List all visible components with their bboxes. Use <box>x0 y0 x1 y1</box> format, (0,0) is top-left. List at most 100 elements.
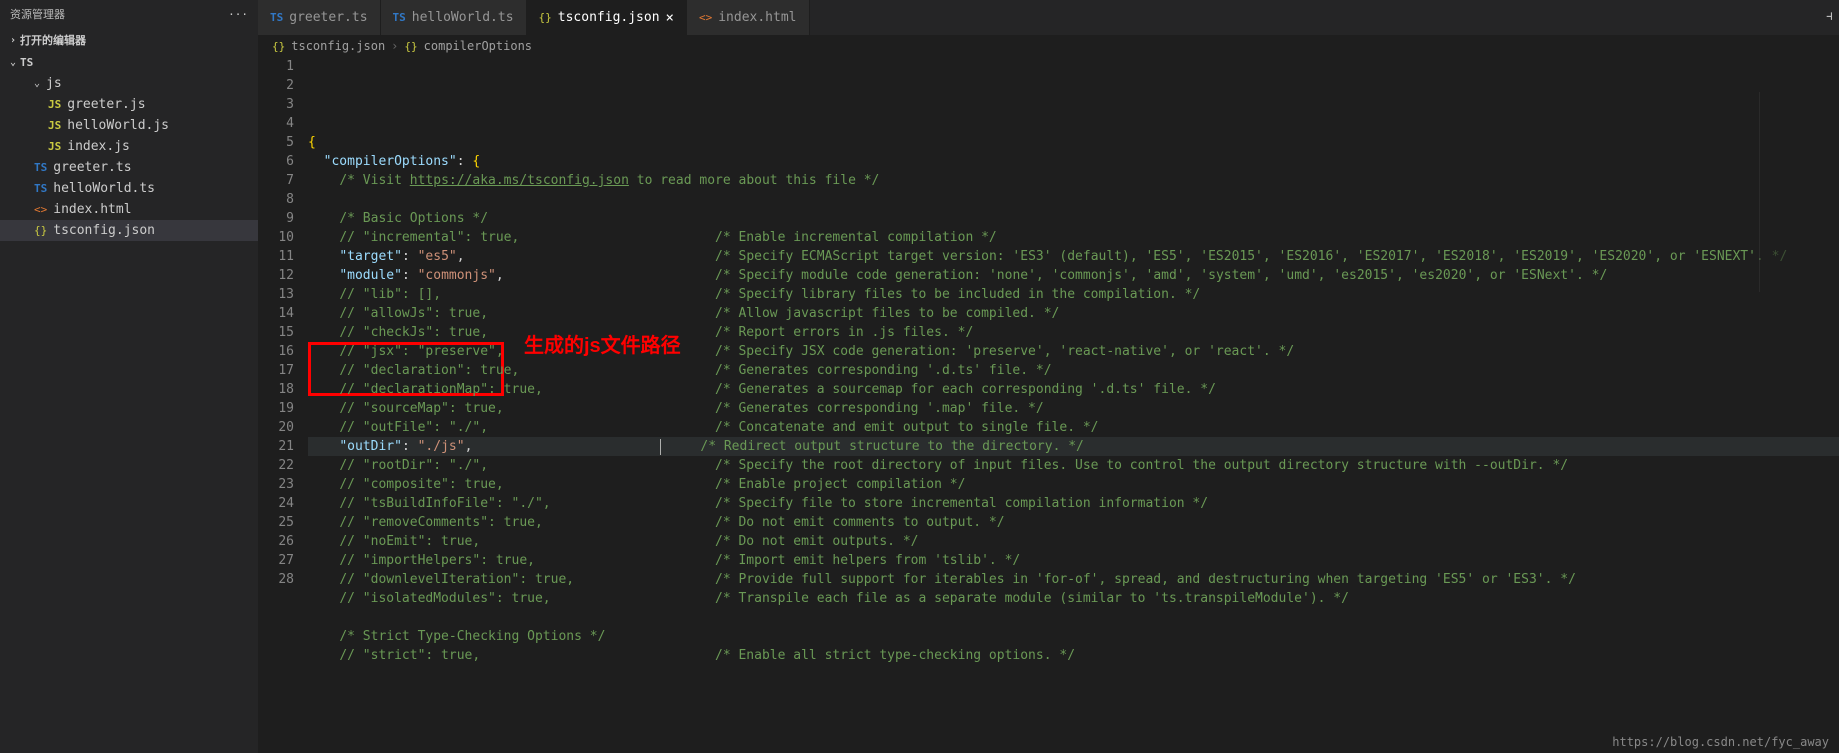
tab-label: helloWorld.ts <box>412 10 514 25</box>
folder-js[interactable]: ⌄ js <box>0 73 258 94</box>
line-number: 14 <box>258 304 294 323</box>
sidebar-item[interactable]: TS helloWorld.ts <box>0 178 258 199</box>
line-number: 19 <box>258 399 294 418</box>
chevron-right-icon: › <box>10 35 16 46</box>
breadcrumb-file: tsconfig.json <box>291 39 385 53</box>
sidebar-item-label: helloWorld.js <box>67 118 169 133</box>
sidebar-item-label: helloWorld.ts <box>53 181 155 196</box>
code-line[interactable]: // "jsx": "preserve", /* Specify JSX cod… <box>308 342 1839 361</box>
explorer-title: 资源管理器 <box>10 6 65 22</box>
line-number: 3 <box>258 95 294 114</box>
code-line[interactable]: // "lib": [], /* Specify library files t… <box>308 285 1839 304</box>
sidebar-item-label: tsconfig.json <box>53 223 155 238</box>
code-line[interactable]: // "allowJs": true, /* Allow javascript … <box>308 304 1839 323</box>
line-number: 23 <box>258 475 294 494</box>
line-number-gutter: 1234567891011121314151617181920212223242… <box>258 57 308 753</box>
line-number: 1 <box>258 57 294 76</box>
breadcrumb-separator: › <box>391 39 398 53</box>
code-line[interactable]: { <box>308 133 1839 152</box>
breadcrumb-symbol: compilerOptions <box>424 39 532 53</box>
file-icon: TS <box>34 182 47 195</box>
code-line[interactable]: // "declaration": true, /* Generates cor… <box>308 361 1839 380</box>
code-line[interactable]: "module": "commonjs", /* Specify module … <box>308 266 1839 285</box>
sidebar-item-label: index.js <box>67 139 130 154</box>
sidebar-item[interactable]: {} tsconfig.json <box>0 220 258 241</box>
code-line[interactable]: // "importHelpers": true, /* Import emit… <box>308 551 1839 570</box>
code-line[interactable]: // "downlevelIteration": true, /* Provid… <box>308 570 1839 589</box>
line-number: 26 <box>258 532 294 551</box>
editor-area: TS greeter.ts TS helloWorld.ts {} tsconfig.js… <box>258 0 1839 753</box>
line-number: 5 <box>258 133 294 152</box>
code-line[interactable]: "target": "es5", /* Specify ECMAScript t… <box>308 247 1839 266</box>
line-number: 16 <box>258 342 294 361</box>
code-line[interactable]: // "strict": true, /* Enable all strict … <box>308 646 1839 665</box>
minimap[interactable] <box>1759 92 1839 292</box>
file-icon: JS <box>48 140 61 153</box>
workspace-section[interactable]: ⌄ TS <box>0 52 258 73</box>
code-line[interactable]: // "composite": true, /* Enable project … <box>308 475 1839 494</box>
code-content[interactable]: 生成的js文件路径 { "compilerOptions": { /* Visi… <box>308 57 1839 753</box>
code-line[interactable] <box>308 608 1839 627</box>
code-line[interactable]: // "declarationMap": true, /* Generates … <box>308 380 1839 399</box>
line-number: 17 <box>258 361 294 380</box>
tab[interactable]: {}tsconfig.json× <box>527 0 687 35</box>
code-line[interactable]: "compilerOptions": { <box>308 152 1839 171</box>
tab-bar: TSgreeter.tsTShelloWorld.ts{}tsconfig.js… <box>258 0 1839 35</box>
file-icon: TS <box>270 11 283 24</box>
code-line[interactable]: /* Strict Type-Checking Options */ <box>308 627 1839 646</box>
tab[interactable]: <> index.html <box>687 0 810 35</box>
tab-label: index.html <box>718 10 796 25</box>
breadcrumb[interactable]: {} tsconfig.json › {} compilerOptions <box>258 35 1839 57</box>
file-icon: TS <box>34 161 47 174</box>
code-line[interactable]: // "tsBuildInfoFile": "./", /* Specify f… <box>308 494 1839 513</box>
tab[interactable]: TS greeter.ts <box>258 0 381 35</box>
code-line[interactable]: // "removeComments": true, /* Do not emi… <box>308 513 1839 532</box>
line-number: 7 <box>258 171 294 190</box>
line-number: 9 <box>258 209 294 228</box>
close-icon[interactable]: × <box>666 10 674 26</box>
line-number: 2 <box>258 76 294 95</box>
line-number: 25 <box>258 513 294 532</box>
code-line[interactable]: // "incremental": true, /* Enable increm… <box>308 228 1839 247</box>
line-number: 24 <box>258 494 294 513</box>
line-number: 12 <box>258 266 294 285</box>
sidebar-item[interactable]: TS greeter.ts <box>0 157 258 178</box>
line-number: 11 <box>258 247 294 266</box>
chevron-down-icon: ⌄ <box>34 78 40 89</box>
json-icon: {} <box>272 40 285 53</box>
line-number: 4 <box>258 114 294 133</box>
code-line[interactable]: "outDir": "./js", /* Redirect output str… <box>308 437 1839 456</box>
code-line[interactable]: // "sourceMap": true, /* Generates corre… <box>308 399 1839 418</box>
line-number: 20 <box>258 418 294 437</box>
more-icon[interactable]: ··· <box>228 8 248 21</box>
file-icon: <> <box>34 203 47 216</box>
file-icon: <> <box>699 11 712 24</box>
file-icon: TS <box>393 11 406 24</box>
sidebar-item[interactable]: JShelloWorld.js <box>0 115 258 136</box>
sidebar-item-label: greeter.ts <box>53 160 131 175</box>
code-line[interactable]: // "isolatedModules": true, /* Transpile… <box>308 589 1839 608</box>
tab-label: tsconfig.json <box>558 10 660 25</box>
file-icon: {} <box>34 224 47 237</box>
sidebar-item-label: index.html <box>53 202 131 217</box>
split-editor-icon[interactable]: ⫞ <box>1826 8 1833 24</box>
open-editors-section[interactable]: › 打开的编辑器 <box>0 28 258 52</box>
tab-label: greeter.ts <box>289 10 367 25</box>
code-line[interactable]: /* Visit https://aka.ms/tsconfig.json to… <box>308 171 1839 190</box>
code-line[interactable]: // "rootDir": "./", /* Specify the root … <box>308 456 1839 475</box>
sidebar-item[interactable]: JSgreeter.js <box>0 94 258 115</box>
code-line[interactable]: /* Basic Options */ <box>308 209 1839 228</box>
sidebar-item[interactable]: JS index.js <box>0 136 258 157</box>
json-icon: {} <box>404 40 417 53</box>
code-line[interactable] <box>308 190 1839 209</box>
line-number: 22 <box>258 456 294 475</box>
code-editor[interactable]: 1234567891011121314151617181920212223242… <box>258 57 1839 753</box>
code-line[interactable]: // "outFile": "./", /* Concatenate and e… <box>308 418 1839 437</box>
sidebar-item[interactable]: <> index.html <box>0 199 258 220</box>
code-line[interactable]: // "noEmit": true, /* Do not emit output… <box>308 532 1839 551</box>
line-number: 18 <box>258 380 294 399</box>
code-line[interactable]: // "checkJs": true, /* Report errors in … <box>308 323 1839 342</box>
tab[interactable]: TS helloWorld.ts <box>381 0 527 35</box>
file-icon: JS <box>48 98 61 111</box>
line-number: 21 <box>258 437 294 456</box>
